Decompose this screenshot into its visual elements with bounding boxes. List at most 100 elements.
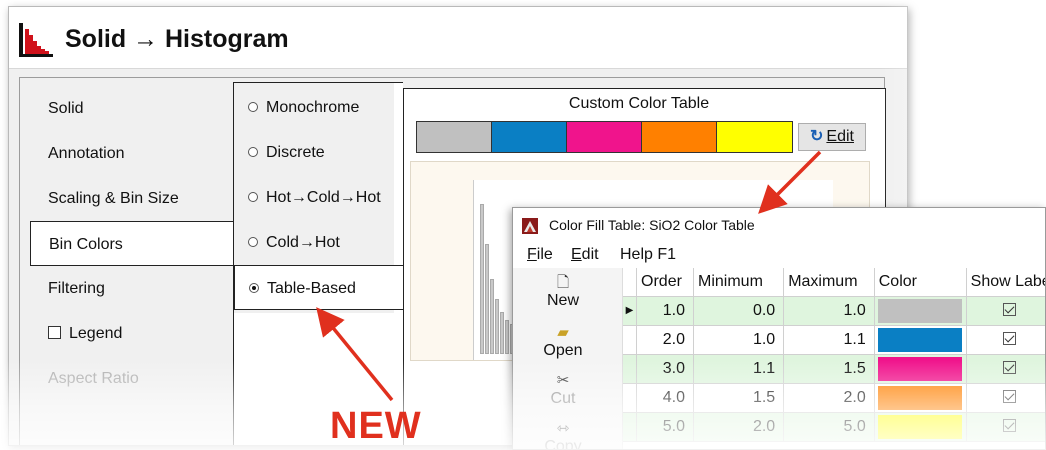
radio-off-icon — [248, 102, 258, 112]
custom-color-table-title: Custom Color Table — [568, 95, 710, 112]
cell-show-label[interactable] — [966, 296, 1045, 326]
current-row-arrow-icon: ▶ — [623, 296, 637, 326]
table-row[interactable]: 3.0 1.1 1.5 — [623, 354, 1045, 384]
color-fill-grid: Order Minimum Maximum Color Show Labe ▶ … — [623, 268, 1045, 442]
window-title: Solid → Histogram — [65, 25, 289, 53]
cell-show-label[interactable] — [966, 325, 1045, 355]
color-swatch — [877, 327, 962, 352]
radio-discrete[interactable]: Discrete — [234, 130, 404, 175]
row-selector — [623, 325, 637, 355]
cell-color[interactable] — [874, 296, 967, 326]
cell-color[interactable] — [874, 325, 967, 355]
col-header-order[interactable]: Order — [636, 268, 695, 297]
radio-cold-hot[interactable]: Cold→Hot — [234, 220, 404, 265]
cell-maximum[interactable]: 1.5 — [783, 354, 875, 384]
nav-item-aspect-ratio[interactable]: Aspect Ratio — [30, 356, 235, 401]
col-header-show-label[interactable]: Show Labe — [966, 268, 1045, 297]
col-header-color[interactable]: Color — [874, 268, 967, 297]
radio-off-icon — [248, 147, 258, 157]
cell-show-label[interactable] — [966, 412, 1045, 442]
checkbox-checked-icon[interactable] — [1002, 302, 1016, 316]
preview-bar — [500, 312, 504, 354]
cell-maximum[interactable]: 5.0 — [783, 412, 875, 442]
row-selector — [623, 383, 637, 413]
color-swatch-strip[interactable] — [416, 121, 793, 153]
legend-checkbox[interactable]: Legend — [30, 311, 235, 356]
copy-button[interactable]: ⇿ Copy — [513, 420, 613, 449]
nav-item-filtering[interactable]: Filtering — [30, 266, 235, 311]
edit-button[interactable]: ↻ Edit — [798, 123, 866, 151]
cell-minimum[interactable]: 1.5 — [693, 383, 785, 413]
checkbox-checked-icon[interactable] — [1002, 389, 1016, 403]
checkbox-checked-icon[interactable] — [1002, 331, 1016, 345]
nav-item-annotation[interactable]: Annotation — [30, 131, 235, 176]
menu-file[interactable]: File — [527, 246, 553, 264]
cell-show-label[interactable] — [966, 354, 1045, 384]
menu-edit[interactable]: Edit — [571, 246, 599, 264]
copy-icon: ⇿ — [556, 420, 570, 437]
sub-window-title: Color Fill Table: SiO2 Color Table — [549, 217, 755, 233]
cell-maximum[interactable]: 1.0 — [783, 296, 875, 326]
cell-minimum[interactable]: 1.0 — [693, 325, 785, 355]
menu-help[interactable]: Help F1 — [620, 246, 676, 264]
nav-item-scaling[interactable]: Scaling & Bin Size — [30, 176, 235, 221]
nav-item-bin-colors[interactable]: Bin Colors — [30, 221, 236, 266]
radio-table-based[interactable]: Table-Based — [234, 265, 404, 310]
cell-order[interactable]: 2.0 — [636, 325, 695, 355]
checkbox-checked-icon[interactable] — [1002, 418, 1016, 432]
cell-maximum[interactable]: 1.1 — [783, 325, 875, 355]
cell-color[interactable] — [874, 412, 967, 442]
row-header-corner — [623, 268, 637, 297]
table-row[interactable]: 5.0 2.0 5.0 — [623, 412, 1045, 442]
color-fill-table-window: Color Fill Table: SiO2 Color Table File … — [512, 207, 1046, 450]
sub-title-bar: Color Fill Table: SiO2 Color Table — [513, 208, 1045, 242]
open-button[interactable]: ▰ Open — [513, 324, 613, 360]
preview-bar — [490, 279, 494, 354]
side-toolbar: 🗋 New ▰ Open ✂ Cut ⇿ Copy — [513, 268, 623, 449]
row-selector — [623, 412, 637, 442]
preview-bar — [480, 204, 484, 354]
table-row[interactable]: 4.0 1.5 2.0 — [623, 383, 1045, 413]
title-bar: Solid → Histogram — [9, 7, 907, 69]
radio-on-icon — [249, 283, 259, 293]
col-header-maximum[interactable]: Maximum — [783, 268, 875, 297]
cell-order[interactable]: 5.0 — [636, 412, 695, 442]
color-swatch — [877, 356, 962, 381]
cell-minimum[interactable]: 2.0 — [693, 412, 785, 442]
cell-order[interactable]: 4.0 — [636, 383, 695, 413]
checkbox-checked-icon[interactable] — [1002, 360, 1016, 374]
cell-minimum[interactable]: 0.0 — [693, 296, 785, 326]
table-row[interactable]: 2.0 1.0 1.1 — [623, 325, 1045, 355]
cut-button[interactable]: ✂ Cut — [513, 372, 613, 408]
cell-minimum[interactable]: 1.1 — [693, 354, 785, 384]
checkbox-unchecked-icon — [48, 326, 61, 339]
preview-bar — [505, 320, 509, 354]
col-header-minimum[interactable]: Minimum — [693, 268, 785, 297]
cell-order[interactable]: 3.0 — [636, 354, 695, 384]
cell-maximum[interactable]: 2.0 — [783, 383, 875, 413]
new-callout-label: NEW — [330, 405, 422, 447]
radio-off-icon — [248, 237, 258, 247]
color-swatch — [877, 298, 962, 323]
menu-bar: File Edit Help F1 — [513, 242, 1045, 268]
radio-hot-cold-hot[interactable]: Hot→Cold→Hot — [234, 175, 404, 220]
radio-off-icon — [248, 192, 258, 202]
swatch-magenta — [567, 122, 642, 152]
preview-bar — [495, 299, 499, 354]
color-swatch — [877, 385, 962, 410]
radio-monochrome[interactable]: Monochrome — [234, 85, 404, 130]
folder-open-icon: ▰ — [557, 324, 569, 341]
cell-show-label[interactable] — [966, 383, 1045, 413]
color-mode-panel: Monochrome Discrete Hot→Cold→Hot Cold→Ho… — [233, 82, 404, 445]
table-row[interactable]: ▶ 1.0 0.0 1.0 — [623, 296, 1045, 326]
color-swatch — [877, 414, 962, 439]
swatch-gray — [417, 122, 492, 152]
cell-color[interactable] — [874, 354, 967, 384]
cell-color[interactable] — [874, 383, 967, 413]
row-selector — [623, 354, 637, 384]
new-file-icon: 🗋 — [556, 274, 570, 291]
preview-bar — [485, 244, 489, 354]
nav-item-solid[interactable]: Solid — [30, 86, 235, 131]
cell-order[interactable]: 1.0 — [636, 296, 695, 326]
new-button[interactable]: 🗋 New — [513, 274, 613, 310]
